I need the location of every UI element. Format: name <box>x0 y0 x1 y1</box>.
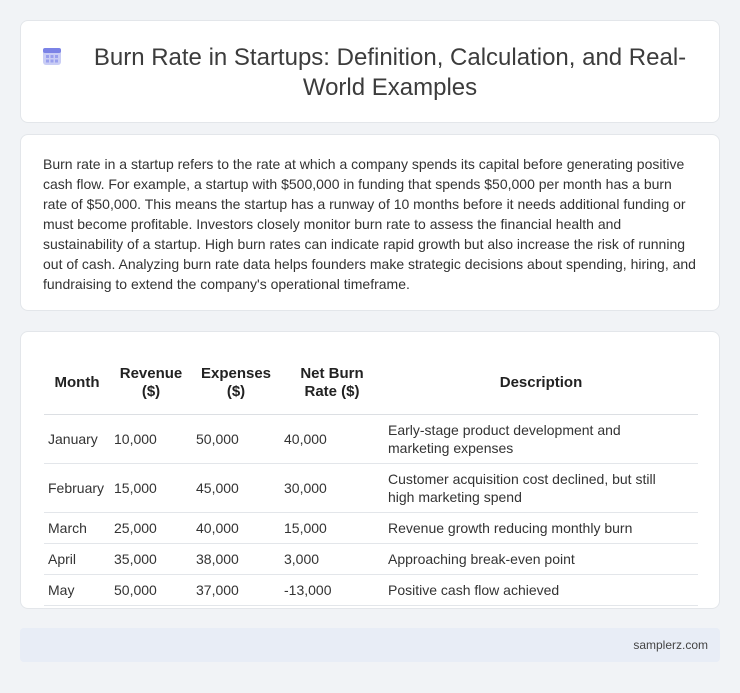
cell-month: January <box>44 414 110 464</box>
header-month: Month <box>44 352 110 415</box>
table-row: February 15,000 45,000 30,000 Customer a… <box>44 463 698 513</box>
calendar-icon <box>43 48 61 65</box>
title-card: Burn Rate in Startups: Definition, Calcu… <box>20 20 720 123</box>
footer-source-link[interactable]: samplerz.com <box>633 638 708 652</box>
header-expenses: Expenses ($) <box>192 352 280 415</box>
cell-net-burn: 30,000 <box>280 463 384 513</box>
cell-description: Approaching break-even point <box>384 543 698 575</box>
cell-description: Early-stage product development and mark… <box>384 414 698 464</box>
table-header-row: Month Revenue ($) Expenses ($) Net Burn … <box>44 352 698 415</box>
cell-description: Positive cash flow achieved <box>384 574 698 606</box>
cell-month: April <box>44 543 110 575</box>
page-title: Burn Rate in Startups: Definition, Calcu… <box>93 44 687 101</box>
cell-month: February <box>44 463 110 513</box>
cell-net-burn: 3,000 <box>280 543 384 575</box>
cell-revenue: 35,000 <box>110 543 192 575</box>
cell-net-burn: -13,000 <box>280 574 384 606</box>
cell-description: Customer acquisition cost declined, but … <box>384 463 698 513</box>
table-row: January 10,000 50,000 40,000 Early-stage… <box>44 414 698 464</box>
cell-revenue: 50,000 <box>110 574 192 606</box>
cell-expenses: 45,000 <box>192 463 280 513</box>
header-revenue: Revenue ($) <box>110 352 192 415</box>
cell-expenses: 37,000 <box>192 574 280 606</box>
intro-paragraph: Burn rate in a startup refers to the rat… <box>43 156 696 292</box>
table-card: Month Revenue ($) Expenses ($) Net Burn … <box>20 331 720 609</box>
burn-rate-table: Month Revenue ($) Expenses ($) Net Burn … <box>44 352 698 606</box>
cell-revenue: 25,000 <box>110 512 192 544</box>
intro-card: Burn rate in a startup refers to the rat… <box>20 134 720 311</box>
cell-revenue: 10,000 <box>110 414 192 464</box>
cell-month: March <box>44 512 110 544</box>
cell-expenses: 50,000 <box>192 414 280 464</box>
cell-net-burn: 15,000 <box>280 512 384 544</box>
footer-bar: samplerz.com <box>20 628 720 662</box>
cell-expenses: 40,000 <box>192 512 280 544</box>
cell-month: May <box>44 574 110 606</box>
header-net-burn-rate: Net Burn Rate ($) <box>280 352 384 415</box>
header-description: Description <box>384 352 698 415</box>
cell-expenses: 38,000 <box>192 543 280 575</box>
table-row: March 25,000 40,000 15,000 Revenue growt… <box>44 512 698 544</box>
cell-revenue: 15,000 <box>110 463 192 513</box>
table-row: May 50,000 37,000 -13,000 Positive cash … <box>44 574 698 606</box>
table-row: April 35,000 38,000 3,000 Approaching br… <box>44 543 698 575</box>
cell-description: Revenue growth reducing monthly burn <box>384 512 698 544</box>
cell-net-burn: 40,000 <box>280 414 384 464</box>
